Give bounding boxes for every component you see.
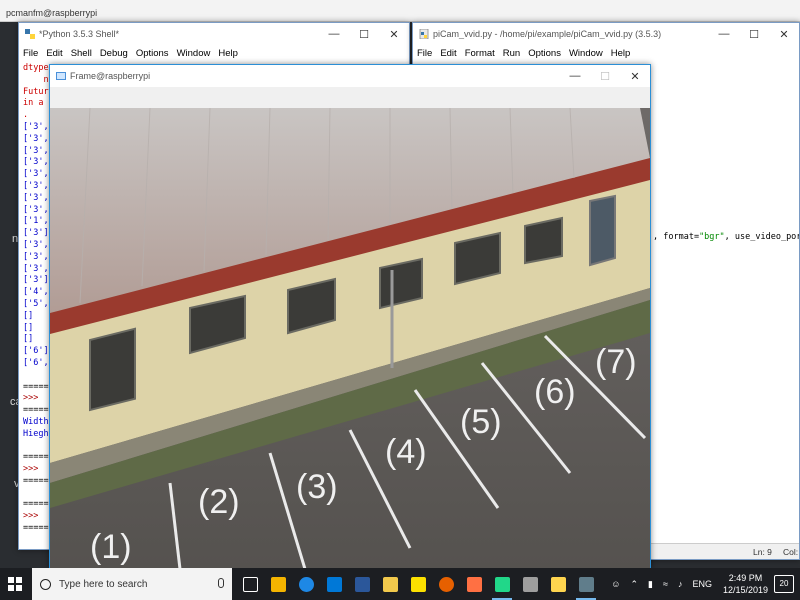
word-icon[interactable] [348, 568, 376, 600]
remote-desktop-icon[interactable] [572, 568, 600, 600]
store-icon[interactable] [264, 568, 292, 600]
slot-label: (3) [296, 468, 338, 506]
maximize-icon[interactable]: ☐ [739, 23, 769, 45]
parking-lot-scene: (1) (2) (3) (4) (5) (6) (7) [50, 108, 650, 569]
menu-format[interactable]: Format [465, 48, 495, 59]
slot-label: (4) [385, 433, 427, 471]
clock-time: 2:49 PM [728, 573, 763, 583]
maximize-icon: ☐ [600, 70, 610, 83]
shell-title: *Python 3.5.3 Shell* [39, 29, 120, 39]
menu-edit[interactable]: Edit [440, 48, 456, 59]
tips-icon[interactable] [320, 568, 348, 600]
firefox-icon[interactable] [432, 568, 460, 600]
frame-toolbar-strip [50, 87, 650, 108]
language-indicator[interactable]: ENG [692, 579, 712, 589]
cortana-icon [40, 578, 51, 590]
frame-titlebar[interactable]: Frame@raspberrypi — ☐ ✕ [50, 65, 650, 87]
slot-label: (7) [595, 343, 637, 381]
menu-help[interactable]: Help [611, 48, 631, 59]
edge-icon[interactable] [292, 568, 320, 600]
status-col: Col: 46 [783, 547, 799, 559]
battery-icon[interactable]: ▮ [648, 579, 653, 590]
menu-help[interactable]: Help [218, 48, 238, 59]
sticky-notes-icon[interactable] [404, 568, 432, 600]
code-prefix: , format= [653, 232, 700, 242]
menu-edit[interactable]: Edit [46, 48, 62, 59]
frame-app-icon [56, 72, 66, 80]
minimize-icon[interactable]: — [319, 23, 349, 45]
app-icon-yellow[interactable] [544, 568, 572, 600]
frame-title: Frame@raspberrypi [70, 71, 151, 81]
menu-options[interactable]: Options [528, 48, 561, 59]
search-placeholder: Type here to search [59, 578, 148, 590]
code-suffix: , use_video_port= [724, 232, 799, 242]
menu-file[interactable]: File [23, 48, 38, 59]
menu-run[interactable]: Run [503, 48, 520, 59]
python-icon [25, 29, 35, 39]
start-button[interactable] [0, 568, 30, 600]
snipping-icon[interactable] [516, 568, 544, 600]
status-line: Ln: 9 [753, 547, 772, 557]
taskbar: Type here to search ☺ ⌃ ▮ ≈ ♪ ENG 2:49 P… [0, 568, 800, 600]
menu-shell[interactable]: Shell [71, 48, 92, 59]
slot-label: (5) [460, 403, 502, 441]
slot-label: (1) [90, 528, 132, 566]
editor-menubar: File Edit Format Run Options Window Help [413, 45, 799, 61]
code-string: "bgr" [699, 232, 725, 242]
notification-center-icon[interactable]: 20 [774, 575, 794, 593]
volume-icon[interactable]: ♪ [678, 579, 683, 589]
editor-titlebar[interactable]: piCam_vvid.py - /home/pi/example/piCam_v… [413, 23, 799, 45]
menu-options[interactable]: Options [136, 48, 169, 59]
menu-window[interactable]: Window [569, 48, 603, 59]
menu-window[interactable]: Window [177, 48, 211, 59]
microphone-icon[interactable] [218, 578, 224, 588]
task-view-icon[interactable] [236, 568, 264, 600]
maximize-icon[interactable]: ☐ [349, 23, 379, 45]
minimize-icon[interactable]: — [709, 23, 739, 45]
chevron-up-icon[interactable]: ⌃ [630, 579, 638, 590]
frame-window[interactable]: Frame@raspberrypi — ☐ ✕ (1) (2) (3) (4) … [49, 64, 651, 570]
editor-title: piCam_vvid.py - /home/pi/example/piCam_v… [433, 29, 662, 39]
windows-icon [8, 577, 22, 591]
slot-label: (6) [534, 373, 576, 411]
people-icon[interactable]: ☺ [611, 579, 620, 589]
shell-titlebar[interactable]: *Python 3.5.3 Shell* — ☐ ✕ [19, 23, 409, 45]
camera-frame-image: (1) (2) (3) (4) (5) (6) (7) [50, 108, 650, 569]
close-icon[interactable]: ✕ [769, 23, 799, 45]
wifi-icon[interactable]: ≈ [663, 579, 668, 589]
system-tray: ☺ ⌃ ▮ ≈ ♪ ENG 2:49 PM 12/15/2019 20 [606, 568, 800, 600]
close-icon[interactable]: ✕ [379, 23, 409, 45]
clock[interactable]: 2:49 PM 12/15/2019 [723, 572, 768, 596]
menu-file[interactable]: File [417, 48, 432, 59]
clock-date: 12/15/2019 [722, 585, 768, 595]
pycharm-icon[interactable] [488, 568, 516, 600]
file-explorer-icon[interactable] [376, 568, 404, 600]
app-icon-orange[interactable] [460, 568, 488, 600]
python-file-icon [419, 29, 429, 39]
shell-menubar: File Edit Shell Debug Options Window Hel… [19, 45, 409, 61]
menu-debug[interactable]: Debug [100, 48, 128, 59]
code-line: , format="bgr", use_video_port= [653, 232, 799, 242]
minimize-icon[interactable]: — [560, 65, 590, 87]
close-icon[interactable]: ✕ [620, 65, 650, 87]
remote-desktop-title: pcmanfm@raspberrypi [0, 0, 800, 22]
taskbar-search[interactable]: Type here to search [32, 568, 232, 600]
slot-label: (2) [198, 483, 240, 521]
